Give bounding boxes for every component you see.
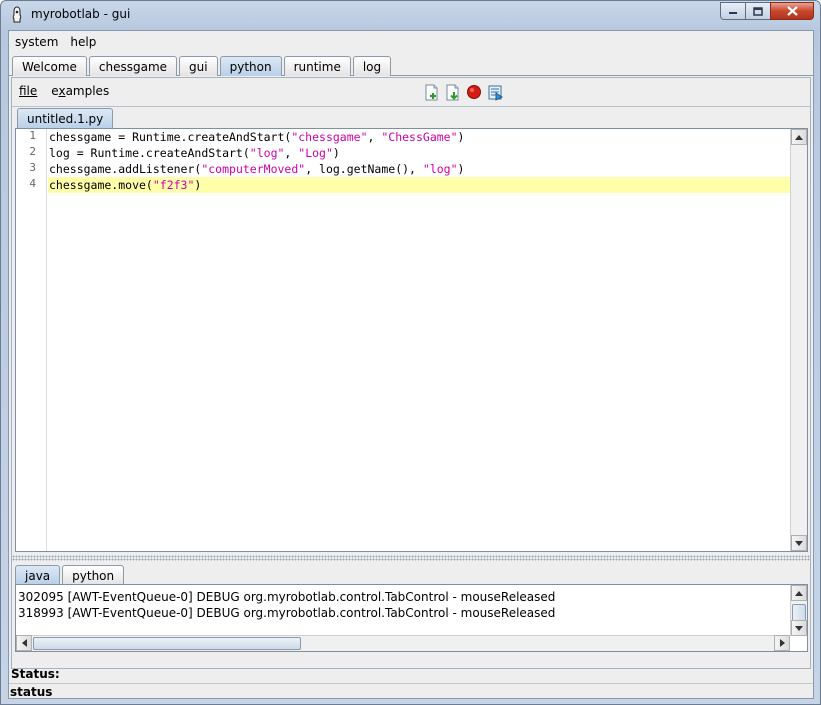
string-literal: "computerMoved" [201, 162, 306, 176]
file-tab-untitled[interactable]: untitled.1.py [17, 108, 114, 129]
arrow-down-icon [795, 625, 803, 631]
code-line[interactable]: chessgame.move("f2f3") [48, 177, 791, 193]
menu-help[interactable]: help [64, 35, 102, 49]
code-token: ) [194, 178, 202, 192]
window-title: myrobotlab - gui [31, 7, 131, 21]
maximize-button[interactable] [745, 2, 771, 20]
save-file-button[interactable] [443, 83, 463, 101]
log-scroll-down-button[interactable] [791, 620, 807, 636]
new-file-button[interactable] [422, 83, 442, 101]
new-file-icon [425, 84, 438, 100]
code-token: chessgame.move( [49, 178, 153, 192]
minimize-button[interactable] [720, 2, 746, 20]
code-token: , [367, 130, 382, 144]
line-number: 1 [29, 129, 36, 142]
execute-button[interactable] [485, 83, 505, 101]
tab-python[interactable]: python [219, 56, 282, 76]
log-vertical-scrollbar[interactable] [790, 585, 807, 636]
tab-gui[interactable]: gui [179, 56, 218, 76]
line-number: 4 [29, 177, 36, 190]
save-file-icon [446, 84, 459, 100]
log-scroll-up-button[interactable] [791, 585, 807, 601]
log-horizontal-thumb[interactable] [33, 637, 301, 650]
log-console[interactable]: 302095 [AWT-EventQueue-0] DEBUG org.myro… [15, 584, 808, 652]
status-label: Status: [11, 667, 60, 681]
log-horizontal-scrollbar[interactable] [16, 635, 790, 651]
scroll-down-button[interactable] [791, 535, 807, 551]
editor-vertical-scrollbar[interactable] [790, 129, 807, 551]
line-number: 2 [29, 145, 36, 158]
code-line[interactable]: chessgame = Runtime.createAndStart("ches… [48, 129, 791, 145]
log-scroll-right-button[interactable] [774, 635, 790, 651]
split-pane-divider[interactable] [12, 555, 810, 561]
stop-icon [467, 85, 481, 99]
arrow-left-icon [21, 639, 27, 647]
close-icon [786, 6, 798, 16]
python-menu-bar: file examples [12, 78, 810, 104]
log-line: 302095 [AWT-EventQueue-0] DEBUG org.myro… [18, 590, 556, 604]
menu-file[interactable]: file [12, 84, 44, 98]
tab-chessgame[interactable]: chessgame [88, 56, 178, 76]
string-literal: "log" [422, 162, 458, 176]
close-button[interactable] [770, 2, 814, 20]
string-literal: "chessgame" [291, 130, 368, 144]
log-line: 318993 [AWT-EventQueue-0] DEBUG org.myro… [18, 606, 556, 620]
code-line[interactable]: chessgame.addListener("computerMoved", l… [48, 161, 791, 177]
code-token: ) [457, 130, 465, 144]
application-window: myrobotlab - gui system help Welcome che… [0, 0, 821, 705]
code-editor[interactable]: 1 2 3 4 chessgame = Runtime.createAndSta… [15, 128, 808, 552]
line-number: 3 [29, 161, 36, 174]
arrow-right-icon [779, 639, 785, 647]
menu-examples[interactable]: examples [44, 84, 116, 98]
menu-examples-mnemonic: x [58, 84, 66, 98]
tab-welcome[interactable]: Welcome [12, 56, 87, 76]
code-text-area[interactable]: chessgame = Runtime.createAndStart("ches… [48, 129, 791, 551]
scroll-up-button[interactable] [791, 129, 807, 145]
python-toolbar [422, 83, 506, 101]
tab-java[interactable]: java [15, 565, 61, 585]
tab-log[interactable]: log [352, 56, 392, 76]
robot-app-icon [12, 6, 22, 23]
string-literal: "log" [249, 146, 285, 160]
code-token: chessgame.addListener( [49, 162, 202, 176]
toolbar-separator [12, 106, 810, 107]
code-line[interactable]: log = Runtime.createAndStart("log", "Log… [48, 145, 791, 161]
status-bar: status [9, 683, 813, 699]
line-number-gutter: 1 2 3 4 [16, 129, 47, 551]
code-token: ) [457, 162, 465, 176]
string-literal: "ChessGame" [381, 130, 458, 144]
client-area: system help Welcome chessgame gui python… [8, 30, 814, 699]
python-panel: file examples untitled.1.py 1 2 3 4 ches… [11, 77, 811, 669]
menu-bar: system help [9, 31, 813, 53]
tab-python-console[interactable]: python [62, 565, 125, 585]
stop-button[interactable] [464, 83, 484, 101]
code-token: , [284, 146, 299, 160]
menu-system[interactable]: system [9, 35, 64, 49]
code-token: chessgame = Runtime.createAndStart( [49, 130, 292, 144]
execute-icon [488, 85, 503, 101]
service-tabs: Welcome chessgame gui python runtime log [12, 56, 393, 76]
arrow-up-icon [795, 590, 803, 596]
console-tabs: java python [15, 565, 126, 585]
code-token: log = Runtime.createAndStart( [49, 146, 250, 160]
minimize-icon [729, 12, 737, 14]
tab-runtime[interactable]: runtime [283, 56, 351, 76]
log-scroll-left-button[interactable] [16, 635, 32, 651]
maximize-icon [753, 6, 763, 16]
code-token: , log.getName(), [305, 162, 423, 176]
string-literal: "f2f3" [152, 178, 195, 192]
arrow-up-icon [795, 134, 803, 140]
menu-examples-suffix: amples [65, 84, 110, 98]
string-literal: "Log" [298, 146, 333, 160]
code-token: ) [332, 146, 340, 160]
title-bar[interactable]: myrobotlab - gui [1, 1, 820, 29]
arrow-down-icon [795, 540, 803, 546]
